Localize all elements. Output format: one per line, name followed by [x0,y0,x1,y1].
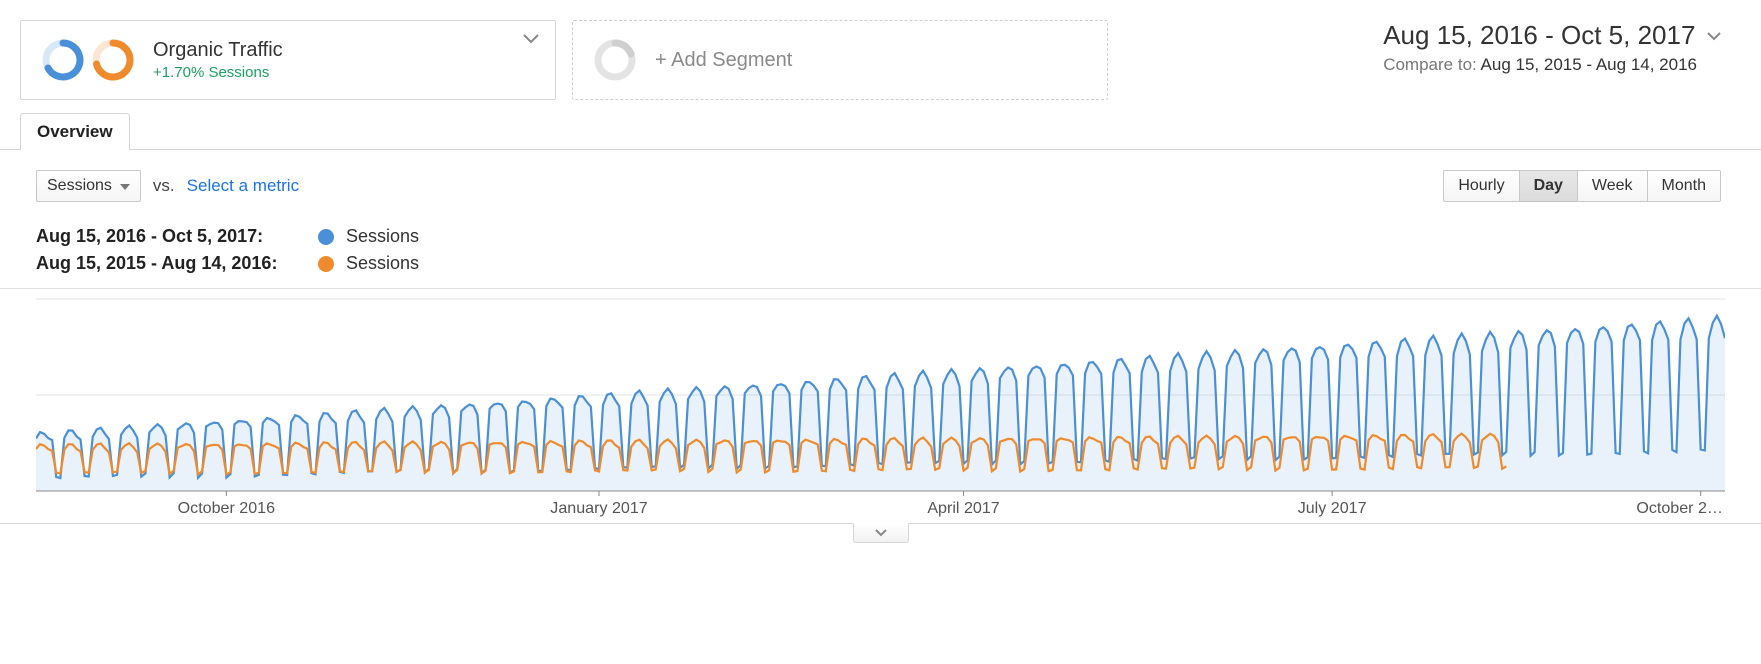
expand-handle[interactable] [853,523,909,543]
legend-metric-a: Sessions [346,226,419,247]
date-range-picker[interactable]: Aug 15, 2016 - Oct 5, 2017 Compare to: A… [1383,20,1721,75]
vs-label: vs. [153,176,175,196]
tab-overview[interactable]: Overview [20,113,130,150]
segment-donut-icons [41,38,135,82]
chevron-down-icon [523,31,539,47]
chevron-down-icon [1707,28,1721,44]
metric-dropdown[interactable]: Sessions [36,170,141,202]
svg-text:October 2016: October 2016 [178,499,275,517]
sessions-chart: October 2016 January 2017 April 2017 July 2… [36,293,1725,523]
legend-range-a: Aug 15, 2016 - Oct 5, 2017: [36,226,306,247]
svg-text:October 2…: October 2… [1636,499,1723,517]
svg-text:January 2017: January 2017 [550,499,647,517]
chart-legend: Aug 15, 2016 - Oct 5, 2017: Sessions Aug… [0,212,1761,289]
donut-icon-orange [91,38,135,82]
donut-icon-blue [41,38,85,82]
donut-icon-grey [593,38,637,82]
granularity-switch: Hourly Day Week Month [1443,170,1721,202]
legend-range-b: Aug 15, 2015 - Aug 14, 2016: [36,253,306,274]
granularity-day[interactable]: Day [1519,171,1577,201]
granularity-hourly[interactable]: Hourly [1444,171,1518,201]
svg-text:July 2017: July 2017 [1298,499,1367,517]
legend-metric-b: Sessions [346,253,419,274]
date-range-compare: Compare to: Aug 15, 2015 - Aug 14, 2016 [1383,55,1697,75]
add-segment-button[interactable]: + Add Segment [572,20,1108,100]
svg-text:April 2017: April 2017 [927,499,999,517]
segment-card[interactable]: Organic Traffic +1.70% Sessions [20,20,556,100]
granularity-month[interactable]: Month [1647,171,1720,201]
date-range-main: Aug 15, 2016 - Oct 5, 2017 [1383,20,1697,51]
legend-dot-blue [318,229,334,245]
granularity-week[interactable]: Week [1577,171,1647,201]
caret-down-icon [120,177,130,195]
segment-title: Organic Traffic [153,39,283,62]
segment-delta: +1.70% Sessions [153,64,283,81]
add-segment-label: + Add Segment [655,49,792,72]
legend-dot-orange [318,256,334,272]
select-metric-link[interactable]: Select a metric [187,176,299,196]
metric-dropdown-label: Sessions [47,177,112,195]
